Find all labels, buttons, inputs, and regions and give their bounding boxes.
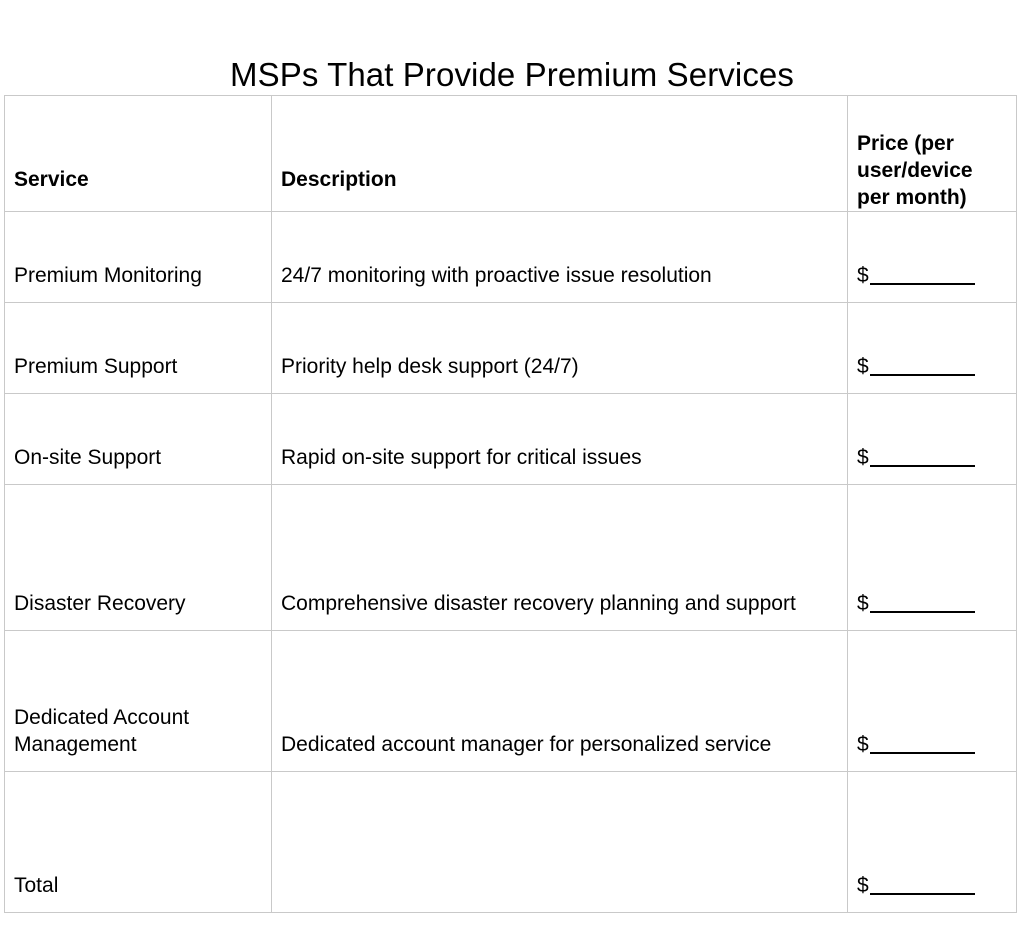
service-cell: Premium Support	[4, 302, 272, 394]
total-price-cell[interactable]: $	[847, 771, 1017, 913]
price-entry[interactable]: $	[848, 262, 1016, 302]
document-page: MSPs That Provide Premium Services Servi…	[0, 0, 1024, 925]
table-header-row: Service Description Price (per user/devi…	[4, 95, 1017, 212]
column-header-description-label: Description	[281, 168, 397, 191]
service-description: Priority help desk support (24/7)	[281, 355, 579, 378]
price-cell[interactable]: $	[847, 393, 1017, 485]
price-blank-field[interactable]	[869, 265, 975, 285]
service-description: Rapid on-site support for critical issue…	[281, 446, 642, 469]
page-title: MSPs That Provide Premium Services	[230, 56, 794, 94]
service-cell: Dedicated Account Management	[4, 630, 272, 772]
column-header-price: Price (per user/device per month)	[847, 95, 1017, 212]
price-entry[interactable]: $	[848, 590, 1016, 630]
price-cell[interactable]: $	[847, 302, 1017, 394]
service-name: Dedicated Account Management	[14, 706, 190, 756]
total-label-cell: Total	[4, 771, 272, 913]
column-header-price-label: Price (per user/device per month)	[848, 118, 1016, 211]
description-cell: Comprehensive disaster recovery planning…	[271, 484, 848, 631]
table-row-total: Total $	[4, 771, 1017, 913]
table-row: Premium Support Priority help desk suppo…	[4, 302, 1017, 394]
price-entry[interactable]: $	[848, 353, 1016, 393]
service-description: 24/7 monitoring with proactive issue res…	[281, 264, 712, 287]
service-description: Comprehensive disaster recovery planning…	[281, 592, 796, 615]
column-header-description: Description	[271, 95, 848, 212]
description-cell: 24/7 monitoring with proactive issue res…	[271, 211, 848, 303]
table-row: Disaster Recovery Comprehensive disaster…	[4, 484, 1017, 631]
table-row: Dedicated Account Management Dedicated a…	[4, 630, 1017, 772]
services-table-container: Service Description Price (per user/devi…	[4, 95, 1017, 913]
price-cell[interactable]: $	[847, 211, 1017, 303]
price-cell[interactable]: $	[847, 484, 1017, 631]
price-entry[interactable]: $	[848, 731, 1016, 771]
service-name: Premium Monitoring	[14, 264, 202, 287]
description-cell-empty	[271, 771, 848, 913]
column-header-service: Service	[4, 95, 272, 212]
service-cell: Disaster Recovery	[4, 484, 272, 631]
price-blank-field[interactable]	[869, 734, 975, 754]
price-blank-field[interactable]	[869, 356, 975, 376]
price-entry[interactable]: $	[848, 872, 1016, 912]
price-header-line-3: per month)	[857, 186, 967, 209]
price-blank-field[interactable]	[869, 593, 975, 613]
currency-symbol: $	[857, 446, 869, 469]
service-cell: On-site Support	[4, 393, 272, 485]
table-header: Service Description Price (per user/devi…	[4, 95, 1017, 212]
description-cell: Dedicated account manager for personaliz…	[271, 630, 848, 772]
currency-symbol: $	[857, 874, 869, 897]
price-entry[interactable]: $	[848, 444, 1016, 484]
table-row: Premium Monitoring 24/7 monitoring with …	[4, 211, 1017, 303]
description-cell: Priority help desk support (24/7)	[271, 302, 848, 394]
price-blank-field[interactable]	[869, 875, 975, 895]
column-header-service-label: Service	[14, 168, 89, 191]
service-name: On-site Support	[14, 446, 162, 469]
table-row: On-site Support Rapid on-site support fo…	[4, 393, 1017, 485]
service-name: Disaster Recovery	[14, 592, 186, 615]
service-description	[272, 898, 847, 912]
total-label: Total	[14, 874, 59, 897]
currency-symbol: $	[857, 264, 869, 287]
currency-symbol: $	[857, 592, 869, 615]
services-table: Service Description Price (per user/devi…	[4, 95, 1017, 913]
price-blank-field[interactable]	[869, 447, 975, 467]
description-cell: Rapid on-site support for critical issue…	[271, 393, 848, 485]
currency-symbol: $	[857, 355, 869, 378]
service-description: Dedicated account manager for personaliz…	[281, 733, 772, 756]
table-body: Premium Monitoring 24/7 monitoring with …	[4, 211, 1017, 913]
price-header-line-1: Price (per	[857, 132, 954, 155]
service-name: Premium Support	[14, 355, 178, 378]
price-cell[interactable]: $	[847, 630, 1017, 772]
currency-symbol: $	[857, 733, 869, 756]
service-cell: Premium Monitoring	[4, 211, 272, 303]
price-header-line-2: user/device	[857, 159, 973, 182]
